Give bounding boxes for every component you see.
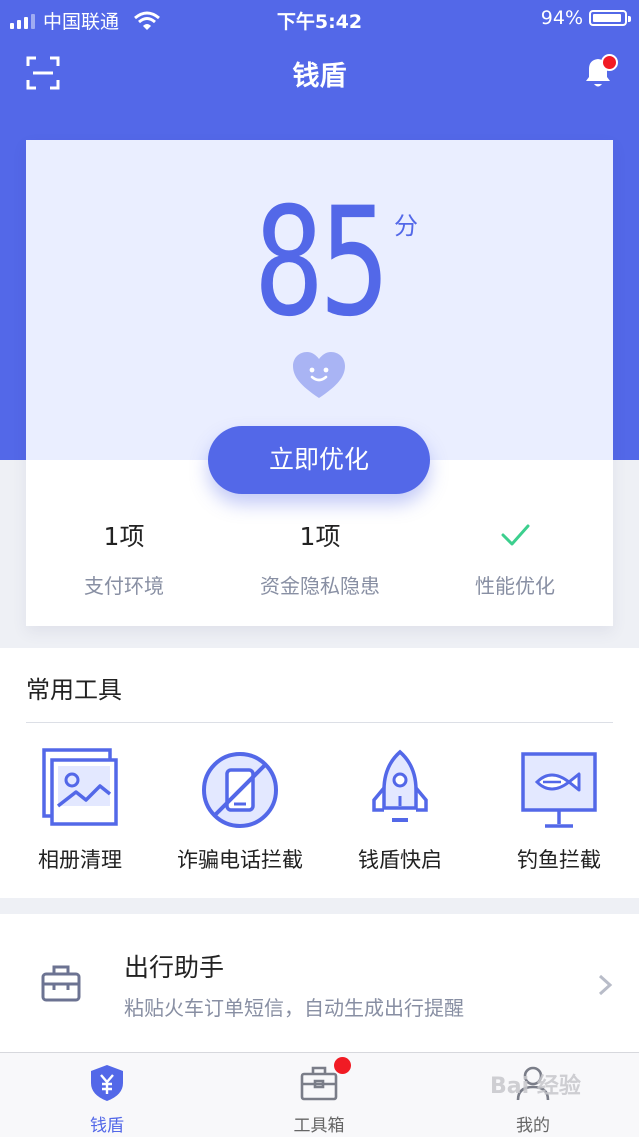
optimize-now-button[interactable]: 立即优化 (208, 426, 430, 494)
stat-label: 支付环境 (84, 574, 164, 598)
stat-payment-env[interactable]: 1项 支付环境 (26, 520, 222, 599)
tab-toolbox[interactable]: 工具箱 (249, 1063, 389, 1136)
tool-label: 钱盾快启 (358, 848, 442, 872)
stat-label: 性能优化 (475, 574, 555, 598)
heart-smile-icon (293, 352, 345, 398)
check-icon (501, 524, 530, 546)
stat-performance[interactable]: 性能优化 (417, 520, 613, 599)
divider (26, 722, 613, 723)
battery-fill (593, 14, 622, 22)
score-value: 85 (253, 176, 390, 350)
assistant-description: 粘贴火车订单短信，自动生成出行提醒 (124, 996, 464, 1020)
stat-value (417, 520, 613, 554)
baidu-watermark: Bai 经验 (490, 1074, 581, 1099)
tool-phishing-block[interactable]: 钓鱼拦截 (479, 748, 639, 874)
tab-label: 我的 (516, 1116, 550, 1136)
tool-label: 相册清理 (38, 848, 122, 872)
notification-button[interactable] (578, 52, 618, 92)
fish-monitor-icon (521, 752, 597, 828)
page-title: 钱盾 (292, 61, 347, 92)
stat-value: 1项 (299, 522, 341, 551)
tool-label: 钓鱼拦截 (517, 848, 601, 872)
security-score-card: 85 分 立即优化 1项 支付环境 1项 资金隐私隐患 性能优化 (26, 140, 613, 626)
tool-fraud-call-block[interactable]: 诈骗电话拦截 (160, 748, 320, 874)
toolbox-icon (300, 1066, 338, 1101)
tab-label: 工具箱 (293, 1116, 345, 1136)
notification-badge (601, 54, 618, 71)
score-panel: 85 分 (26, 140, 613, 460)
tool-quick-launch[interactable]: 钱盾快启 (320, 748, 480, 874)
battery-percent: 94% (540, 7, 583, 29)
suitcase-icon (41, 965, 81, 1002)
stat-value: 1项 (103, 522, 145, 551)
blocked-phone-icon (202, 752, 278, 828)
assistant-title: 出行助手 (124, 953, 225, 982)
nav-bar: 钱盾 (0, 36, 639, 108)
travel-assistant-card[interactable]: 出行助手 粘贴火车订单短信，自动生成出行提醒 (0, 914, 639, 1052)
scan-results: 1项 支付环境 1项 资金隐私隐患 性能优化 (26, 520, 613, 610)
status-bar: 中国联通 下午5:42 94% (0, 0, 639, 36)
tab-label: 钱盾 (90, 1116, 124, 1136)
battery-status: 94% (540, 7, 631, 29)
battery-icon (589, 10, 631, 26)
shield-yen-icon (91, 1065, 123, 1101)
photo-album-icon (42, 748, 118, 826)
tab-qiandun[interactable]: 钱盾 (37, 1063, 177, 1136)
tool-album-cleanup[interactable]: 相册清理 (0, 748, 160, 874)
score-unit: 分 (394, 212, 418, 240)
toolbox-badge (334, 1057, 351, 1074)
tool-label: 诈骗电话拦截 (177, 848, 303, 872)
stat-label: 资金隐私隐患 (260, 574, 380, 598)
common-tools-section: 常用工具 相册清理 诈骗电话拦截 钱盾快启 钓鱼拦截 (0, 648, 639, 898)
rocket-icon (372, 749, 428, 822)
chevron-right-icon (598, 974, 613, 996)
stat-privacy-risk[interactable]: 1项 资金隐私隐患 (222, 520, 418, 599)
section-title: 常用工具 (26, 676, 122, 704)
